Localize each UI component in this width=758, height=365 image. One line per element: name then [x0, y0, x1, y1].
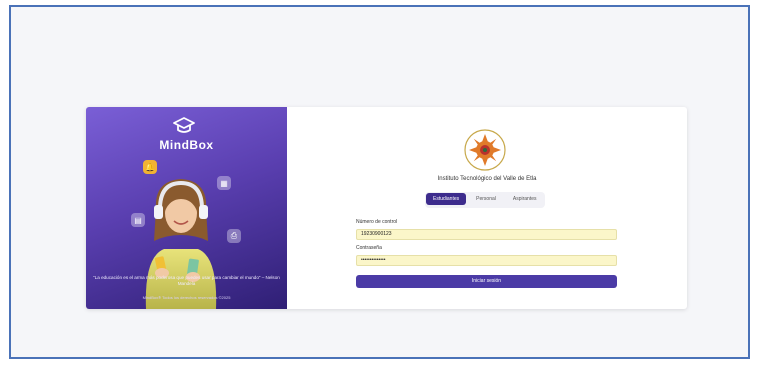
brand-name: MindBox — [159, 138, 214, 152]
tab-estudiantes[interactable]: Estudiantes — [426, 193, 467, 205]
user-type-tabs: Estudiantes Personal Aspirantes — [425, 192, 545, 208]
login-button[interactable]: Iniciar sesión — [356, 275, 617, 288]
password-label: Contraseña — [356, 245, 382, 251]
login-card: MindBox 🔔 ▦ ▤ ⎙ “La educación es el arma… — [86, 107, 687, 309]
institute-seal-logo — [464, 129, 506, 171]
institute-name: Instituto Tecnológico del Valle de Etla — [437, 176, 537, 182]
tab-aspirantes[interactable]: Aspirantes — [506, 193, 544, 205]
username-label: Número de control — [356, 219, 398, 225]
username-field[interactable]: 19230900123 — [356, 229, 617, 240]
tab-personal[interactable]: Personal — [469, 193, 503, 205]
promo-quote: “La educación es el arma más poderosa qu… — [93, 275, 280, 286]
student-illustration — [145, 179, 217, 309]
login-form-panel: Instituto Tecnológico del Valle de Etla … — [287, 107, 687, 309]
password-field[interactable]: •••••••••••••• — [356, 255, 617, 266]
promo-panel: MindBox 🔔 ▦ ▤ ⎙ “La educación es el arma… — [86, 107, 287, 309]
promo-footnote: MindBox® Todos los derechos reservados ©… — [142, 295, 231, 300]
graduation-cap-logo-icon — [173, 117, 195, 133]
